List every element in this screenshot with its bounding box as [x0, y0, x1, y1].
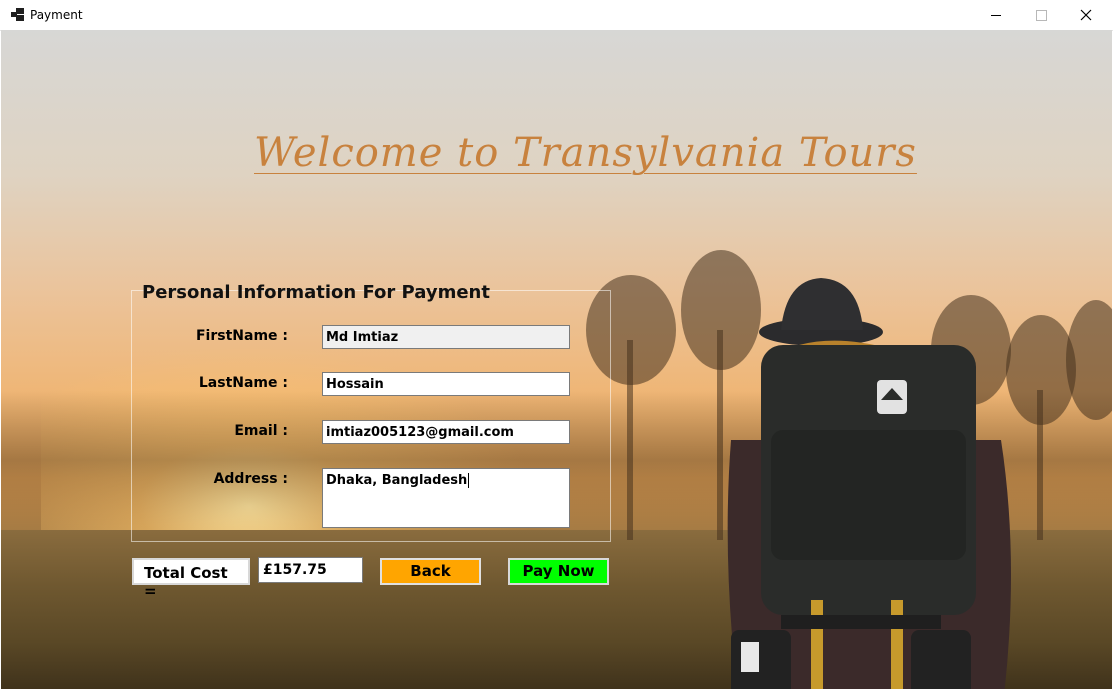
close-button[interactable] [1063, 0, 1109, 30]
total-cost-label: Total Cost = [132, 558, 250, 600]
hiker-image [727, 278, 1011, 689]
email-field[interactable]: imtiaz005123@gmail.com [322, 420, 570, 444]
minimize-icon [991, 14, 1001, 16]
address-label: Address : [213, 471, 288, 487]
groupbox-title: Personal Information For Payment [142, 282, 490, 303]
app-icon [11, 8, 24, 21]
minimize-button[interactable] [973, 0, 1019, 30]
email-label: Email : [234, 423, 288, 439]
window-title: Payment [30, 8, 83, 22]
maximize-button[interactable] [1018, 0, 1064, 30]
total-cost-field[interactable]: £157.75 [258, 557, 363, 583]
address-field[interactable]: Dhaka, Bangladesh [322, 468, 570, 528]
title-bar: Payment [0, 0, 1113, 31]
firstname-field[interactable]: Md Imtiaz [322, 325, 570, 349]
lastname-label: LastName : [198, 375, 288, 391]
welcome-title: Welcome to Transylvania Tours [254, 130, 917, 176]
maximize-icon [1035, 9, 1047, 21]
text-caret [468, 473, 470, 488]
pay-now-button[interactable]: Pay Now [508, 558, 609, 585]
firstname-label: FirstName : [195, 328, 288, 344]
lastname-field[interactable]: Hossain [322, 372, 570, 396]
back-button[interactable]: Back [380, 558, 481, 585]
close-icon [1080, 9, 1092, 21]
address-text: Dhaka, Bangladesh [326, 473, 468, 488]
